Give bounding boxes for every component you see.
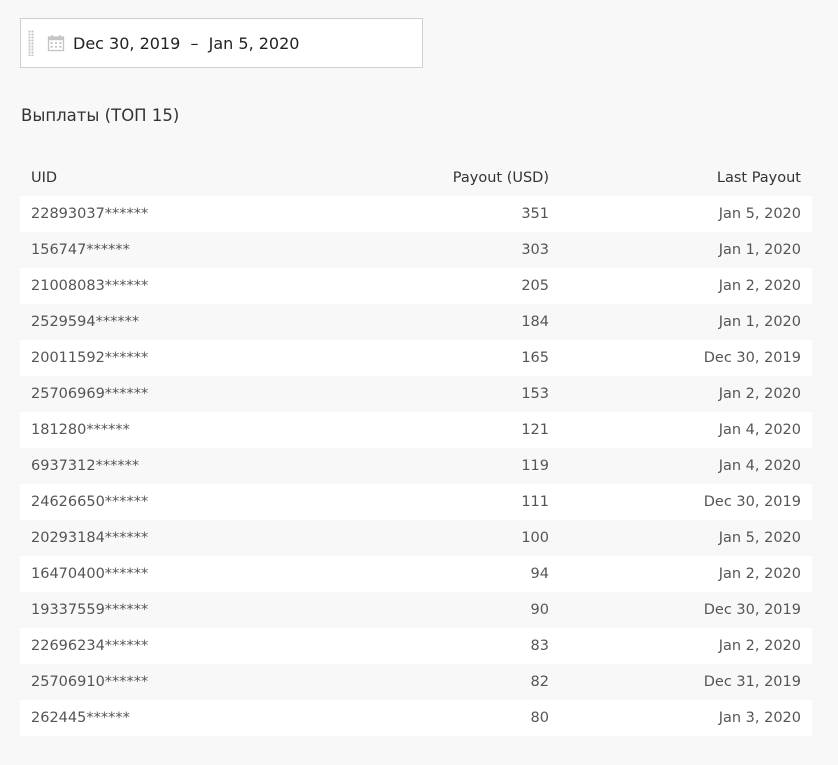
table-header: UID Payout (USD) Last Payout xyxy=(20,160,812,196)
payouts-table: UID Payout (USD) Last Payout 22893037***… xyxy=(20,160,812,736)
cell-uid: 22893037****** xyxy=(31,206,149,222)
cell-payout: 153 xyxy=(521,386,549,402)
cell-uid: 25706910****** xyxy=(31,674,149,690)
date-range-picker[interactable]: Dec 30, 2019 – Jan 5, 2020 xyxy=(20,18,423,68)
cell-payout: 184 xyxy=(521,314,549,330)
cell-last-payout: Jan 2, 2020 xyxy=(718,566,801,582)
cell-uid: 20011592****** xyxy=(31,350,149,366)
cell-uid: 22696234****** xyxy=(31,638,149,654)
cell-last-payout: Jan 2, 2020 xyxy=(718,386,801,402)
table-row: 181280****** 121 Jan 4, 2020 xyxy=(20,412,812,448)
cell-payout: 83 xyxy=(530,638,549,654)
cell-uid: 16470400****** xyxy=(31,566,149,582)
table-row: 22893037****** 351 Jan 5, 2020 xyxy=(20,196,812,232)
cell-last-payout: Jan 3, 2020 xyxy=(718,710,801,726)
cell-payout: 303 xyxy=(521,242,549,258)
section-title: Выплаты (ТОП 15) xyxy=(21,106,180,125)
table-row: 25706969****** 153 Jan 2, 2020 xyxy=(20,376,812,412)
cell-uid: 19337559****** xyxy=(31,602,149,618)
cell-last-payout: Jan 2, 2020 xyxy=(718,638,801,654)
cell-uid: 24626650****** xyxy=(31,494,149,510)
cell-payout: 90 xyxy=(530,602,549,618)
cell-last-payout: Jan 1, 2020 xyxy=(718,314,801,330)
cell-last-payout: Jan 5, 2020 xyxy=(718,530,801,546)
table-row: 262445****** 80 Jan 3, 2020 xyxy=(20,700,812,736)
cell-last-payout: Jan 4, 2020 xyxy=(718,422,801,438)
cell-last-payout: Jan 5, 2020 xyxy=(718,206,801,222)
cell-payout: 111 xyxy=(521,494,549,510)
cell-last-payout: Dec 31, 2019 xyxy=(703,674,801,690)
table-row: 24626650****** 111 Dec 30, 2019 xyxy=(20,484,812,520)
cell-payout: 351 xyxy=(521,206,549,222)
table-row: 156747****** 303 Jan 1, 2020 xyxy=(20,232,812,268)
cell-payout: 165 xyxy=(521,350,549,366)
cell-last-payout: Dec 30, 2019 xyxy=(703,602,801,618)
cell-uid: 25706969****** xyxy=(31,386,149,402)
table-row: 20293184****** 100 Jan 5, 2020 xyxy=(20,520,812,556)
cell-uid: 6937312****** xyxy=(31,458,140,474)
table-row: 6937312****** 119 Jan 4, 2020 xyxy=(20,448,812,484)
table-row: 21008083****** 205 Jan 2, 2020 xyxy=(20,268,812,304)
cell-payout: 121 xyxy=(521,422,549,438)
cell-last-payout: Jan 4, 2020 xyxy=(718,458,801,474)
cell-payout: 205 xyxy=(521,278,549,294)
table-row: 25706910****** 82 Dec 31, 2019 xyxy=(20,664,812,700)
cell-uid: 20293184****** xyxy=(31,530,149,546)
date-range-text: Dec 30, 2019 – Jan 5, 2020 xyxy=(73,33,300,53)
cell-uid: 156747****** xyxy=(31,242,130,258)
cell-payout: 100 xyxy=(521,530,549,546)
cell-uid: 262445****** xyxy=(31,710,130,726)
table-row: 20011592****** 165 Dec 30, 2019 xyxy=(20,340,812,376)
cell-last-payout: Dec 30, 2019 xyxy=(703,494,801,510)
cell-last-payout: Dec 30, 2019 xyxy=(703,350,801,366)
drag-handle-icon[interactable] xyxy=(28,30,34,56)
header-payout[interactable]: Payout (USD) xyxy=(320,170,549,186)
cell-uid: 2529594****** xyxy=(31,314,140,330)
header-uid[interactable]: UID xyxy=(20,170,320,186)
table-row: 2529594****** 184 Jan 1, 2020 xyxy=(20,304,812,340)
table-body: 22893037****** 351 Jan 5, 2020 156747******… xyxy=(20,196,812,736)
cell-uid: 21008083****** xyxy=(31,278,149,294)
cell-uid: 181280****** xyxy=(31,422,130,438)
cell-payout: 82 xyxy=(530,674,549,690)
table-row: 16470400****** 94 Jan 2, 2020 xyxy=(20,556,812,592)
cell-payout: 94 xyxy=(530,566,549,582)
cell-payout: 119 xyxy=(521,458,549,474)
calendar-icon xyxy=(47,34,65,52)
header-last-payout[interactable]: Last Payout xyxy=(549,170,812,186)
cell-last-payout: Jan 2, 2020 xyxy=(718,278,801,294)
table-row: 19337559****** 90 Dec 30, 2019 xyxy=(20,592,812,628)
cell-payout: 80 xyxy=(530,710,549,726)
table-row: 22696234****** 83 Jan 2, 2020 xyxy=(20,628,812,664)
cell-last-payout: Jan 1, 2020 xyxy=(718,242,801,258)
